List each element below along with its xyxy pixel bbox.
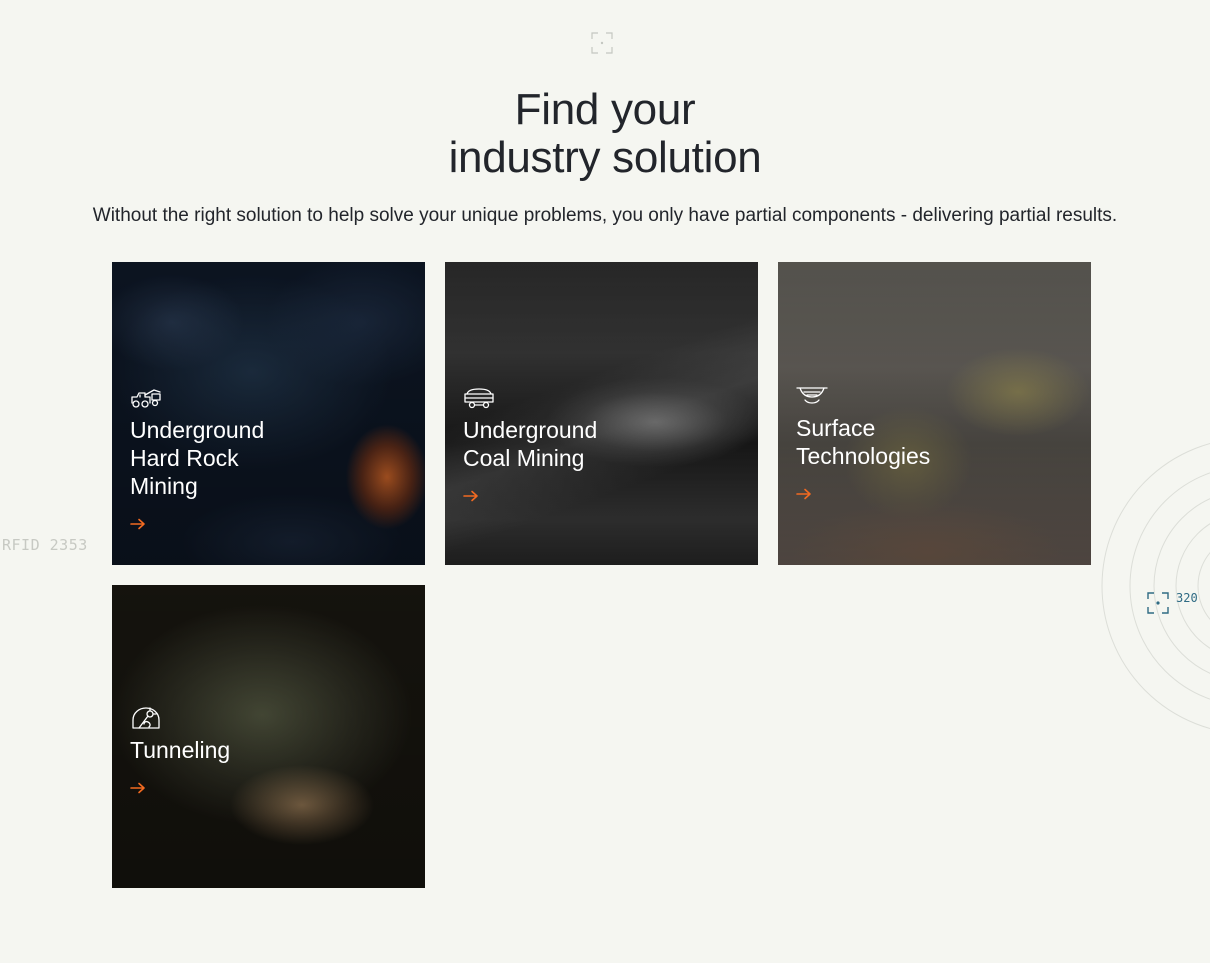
card-label: Tunneling (130, 737, 231, 763)
card-underground-hard-rock-mining[interactable]: Underground Hard Rock Mining (112, 262, 425, 565)
card-surface-technologies[interactable]: Surface Technologies (778, 262, 1091, 565)
arrow-right-icon[interactable] (796, 488, 812, 500)
page-title: Find your industry solution (0, 86, 1210, 182)
page-subtitle: Without the right solution to help solve… (92, 205, 1118, 226)
focus-target-icon (1147, 592, 1169, 614)
industry-solutions-page: Find your industry solution Without the … (0, 0, 1210, 963)
arrow-right-icon[interactable] (130, 782, 146, 794)
arrow-right-icon[interactable] (463, 490, 479, 502)
focus-frame-icon (591, 32, 613, 54)
title-line-1: Find your (514, 85, 696, 134)
card-underground-coal-mining[interactable]: Underground Coal Mining (445, 262, 758, 565)
rfid-label: RFID 2353 (2, 536, 88, 554)
mine-cart-icon (464, 388, 494, 409)
radar-rings-decoration (1101, 442, 1210, 730)
open-pit-icon (796, 387, 828, 404)
card-label: Underground Hard Rock Mining (130, 417, 265, 499)
card-label: Surface Technologies (796, 415, 931, 469)
title-line-2: industry solution (448, 133, 762, 182)
tunnel-boring-icon (132, 707, 160, 729)
card-tunneling[interactable]: Tunneling (112, 585, 425, 888)
arrow-right-icon[interactable] (130, 518, 146, 530)
coordinate-readout: 320 (1176, 591, 1198, 605)
drill-rig-icon (131, 389, 161, 408)
card-label: Underground Coal Mining (463, 417, 598, 471)
